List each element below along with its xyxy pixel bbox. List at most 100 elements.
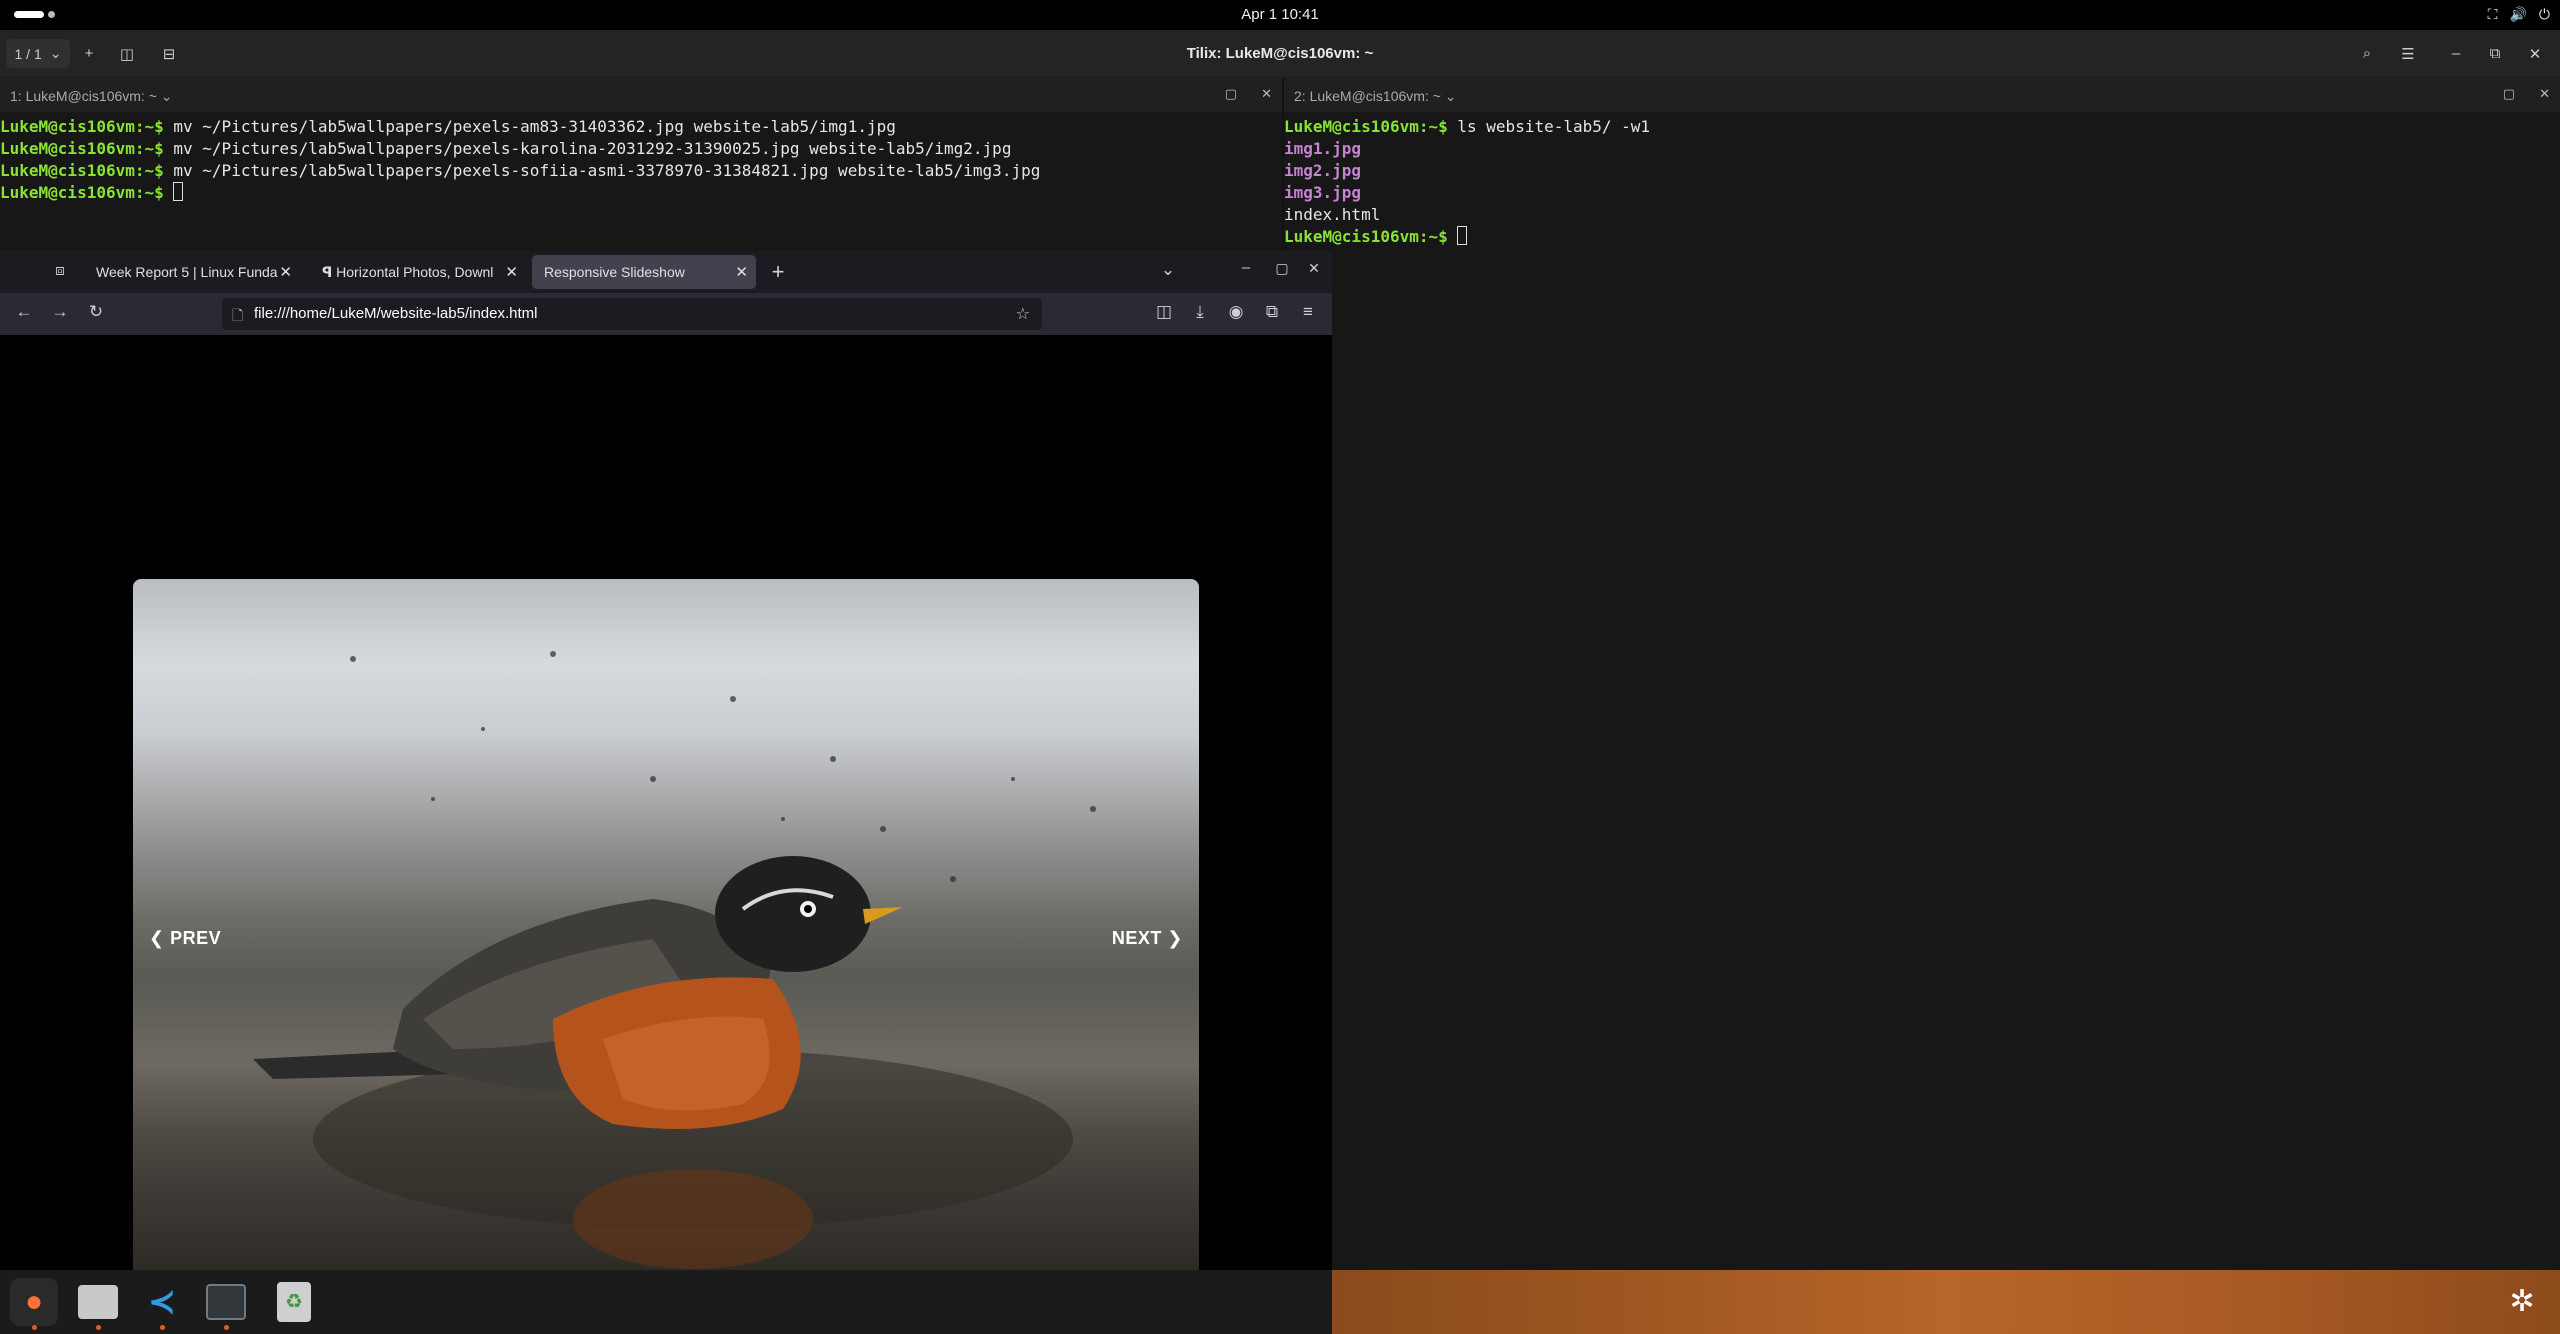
account-icon[interactable]: ◉: [1224, 302, 1248, 322]
minimize-icon: –: [2451, 45, 2461, 62]
tab-horizontal-photos[interactable]: ꟼ Horizontal Photos, Downl ✕: [308, 255, 526, 289]
command-text: mv ~/Pictures/lab5wallpapers/pexels-am83…: [173, 117, 896, 136]
system-tray[interactable]: ⛶ 🔊 ⏻: [2488, 6, 2550, 23]
close-icon[interactable]: ✕: [1302, 260, 1326, 277]
terminal-2-output[interactable]: LukeM@cis106vm:~$ ls website-lab5/ -w1 im…: [1284, 116, 2560, 248]
robin-bird-image: [253, 651, 1096, 1269]
command-text: mv ~/Pictures/lab5wallpapers/pexels-karo…: [173, 139, 1012, 158]
firefox-icon: ●: [24, 1285, 44, 1318]
new-tab-button[interactable]: +: [766, 259, 790, 285]
app-menu-icon[interactable]: ≡: [1296, 302, 1320, 322]
close-button[interactable]: ✕: [2520, 39, 2550, 68]
pane-close-icon[interactable]: ✕: [2539, 86, 2550, 102]
pane-2-titlebar: 2: LukeM@cis106vm: ~ ⌄ ▢ ✕: [1284, 78, 2560, 112]
minimize-button[interactable]: –: [2441, 39, 2471, 68]
restore-icon: ⧉: [2489, 45, 2501, 62]
downloads-icon[interactable]: ⤓: [1188, 302, 1212, 322]
reload-icon[interactable]: ↻: [84, 302, 108, 322]
ls-output-line: index.html: [1284, 205, 1381, 224]
tab-responsive-slideshow[interactable]: Responsive Slideshow ✕: [532, 255, 756, 289]
menu-button[interactable]: ☰: [2393, 39, 2423, 68]
back-icon[interactable]: ←: [12, 302, 36, 322]
firefox-window: ⧈ Week Report 5 | Linux Funda ✕ ꟼ Horizo…: [0, 251, 1332, 1291]
list-all-tabs-icon[interactable]: ⌄: [1156, 260, 1180, 280]
pane-close-icon[interactable]: ✕: [1261, 86, 1272, 102]
close-icon[interactable]: ✕: [505, 263, 518, 281]
tab-overview-icon[interactable]: ⧈: [48, 262, 72, 279]
ls-output-line: img2.jpg: [1284, 161, 1362, 180]
terminal-1-output[interactable]: LukeM@cis106vm:~$ mv ~/Pictures/lab5wall…: [0, 116, 1282, 204]
show-apps-icon[interactable]: ✲: [2502, 1282, 2542, 1322]
trash-dock-item[interactable]: ♻: [270, 1278, 318, 1326]
tab-label: Horizontal Photos, Downl: [336, 264, 494, 280]
prompt: LukeM@cis106vm:~$: [0, 161, 174, 180]
terminal-cursor: [173, 182, 184, 201]
close-icon: ✕: [2528, 45, 2542, 63]
prompt: LukeM@cis106vm:~$: [1284, 117, 1458, 136]
vscode-icon: ≺: [147, 1283, 177, 1321]
tilix-headerbar: 1 / 1 ⌄ + ◫ ⊟ Tilix: LukeM@cis106vm: ~ ⌕…: [0, 30, 2560, 78]
chevron-down-icon[interactable]: ⌄: [161, 88, 173, 104]
search-icon: ⌕: [2362, 45, 2372, 62]
network-icon: ⛶: [2487, 6, 2498, 22]
files-icon: [78, 1285, 118, 1319]
terminal-line: LukeM@cis106vm:~$: [0, 182, 1282, 204]
chevron-down-icon[interactable]: ⌄: [1445, 88, 1457, 104]
minimize-icon[interactable]: –: [1234, 259, 1258, 276]
pane-1-title: 1: LukeM@cis106vm: ~: [10, 88, 157, 104]
url-text: file:///home/LukeM/website-lab5/index.ht…: [254, 305, 538, 322]
tilix-dock-item[interactable]: [202, 1278, 250, 1330]
pane-maximize-icon[interactable]: ▢: [1225, 86, 1237, 102]
terminal-line: LukeM@cis106vm:~$: [1284, 226, 2560, 248]
find-button[interactable]: ⌕: [2352, 39, 2382, 68]
wallpaper-strip: [1332, 1270, 2560, 1334]
page-icon: 🗋: [232, 307, 244, 323]
extensions-icon[interactable]: ⧉: [1260, 302, 1284, 322]
close-icon[interactable]: ✕: [279, 263, 292, 281]
maximize-button[interactable]: ⧉: [2480, 39, 2510, 68]
prompt: LukeM@cis106vm:~$: [0, 117, 174, 136]
terminal-cursor: [1457, 226, 1468, 245]
tab-bar: ⧈ Week Report 5 | Linux Funda ✕ ꟼ Horizo…: [0, 251, 1332, 293]
prompt: LukeM@cis106vm:~$: [0, 183, 174, 202]
prompt: LukeM@cis106vm:~$: [1284, 227, 1458, 246]
trash-icon: ♻: [277, 1282, 311, 1322]
url-bar[interactable]: 🗋 file:///home/LukeM/website-lab5/index.…: [222, 298, 1042, 330]
terminal-line: LukeM@cis106vm:~$ mv ~/Pictures/lab5wall…: [0, 138, 1282, 160]
terminal-line: LukeM@cis106vm:~$ ls website-lab5/ -w1: [1284, 116, 2560, 138]
prev-button[interactable]: ❮ PREV: [149, 928, 221, 949]
pane-maximize-icon[interactable]: ▢: [2503, 86, 2515, 102]
slideshow-image: ❮ PREV NEXT ❯: [133, 579, 1199, 1291]
command-text: mv ~/Pictures/lab5wallpapers/pexels-sofi…: [173, 161, 1041, 180]
pocket-icon[interactable]: ◫: [1152, 302, 1176, 322]
next-button[interactable]: NEXT ❯: [1112, 928, 1183, 949]
terminal-line: LukeM@cis106vm:~$ mv ~/Pictures/lab5wall…: [0, 116, 1282, 138]
prompt: LukeM@cis106vm:~$: [0, 139, 174, 158]
tab-label: Responsive Slideshow: [544, 264, 685, 280]
command-text: ls website-lab5/ -w1: [1457, 117, 1651, 136]
tab-label: Week Report 5 | Linux Funda: [96, 264, 278, 280]
terminal-line: LukeM@cis106vm:~$ mv ~/Pictures/lab5wall…: [0, 160, 1282, 182]
firefox-dock-item[interactable]: ●: [10, 1278, 58, 1330]
forward-icon[interactable]: →: [48, 302, 72, 322]
clock[interactable]: Apr 1 10:41: [0, 6, 2560, 23]
maximize-icon[interactable]: ▢: [1270, 260, 1294, 277]
ls-output-line: img1.jpg: [1284, 139, 1362, 158]
navigation-toolbar: ← → ↻ 🗋 file:///home/LukeM/website-lab5/…: [0, 293, 1332, 335]
window-title: Tilix: LukeM@cis106vm: ~: [1186, 45, 1374, 62]
close-icon[interactable]: ✕: [735, 263, 748, 281]
top-bar: Apr 1 10:41 ⛶ 🔊 ⏻: [0, 0, 2560, 30]
terminal-pane-1[interactable]: 1: LukeM@cis106vm: ~ ⌄ ▢ ✕ LukeM@cis106v…: [0, 78, 1282, 251]
volume-icon: 🔊: [2509, 6, 2527, 22]
pane-1-titlebar: 1: LukeM@cis106vm: ~ ⌄ ▢ ✕: [0, 78, 1282, 112]
ls-output-line: img3.jpg: [1284, 183, 1362, 202]
vscode-dock-item[interactable]: ≺: [138, 1278, 186, 1330]
pane-2-title: 2: LukeM@cis106vm: ~: [1294, 88, 1441, 104]
tab-week-report[interactable]: Week Report 5 | Linux Funda ✕: [84, 255, 300, 289]
pexels-favicon-icon: ꟼ: [322, 264, 337, 280]
files-dock-item[interactable]: [74, 1278, 122, 1330]
hamburger-menu-icon: ☰: [2401, 45, 2415, 63]
terminal-pane-2[interactable]: 2: LukeM@cis106vm: ~ ⌄ ▢ ✕ LukeM@cis106v…: [1284, 78, 2560, 1270]
bookmark-star-icon[interactable]: ☆: [1016, 304, 1030, 324]
page-content: ❮ PREV NEXT ❯: [0, 335, 1332, 1291]
